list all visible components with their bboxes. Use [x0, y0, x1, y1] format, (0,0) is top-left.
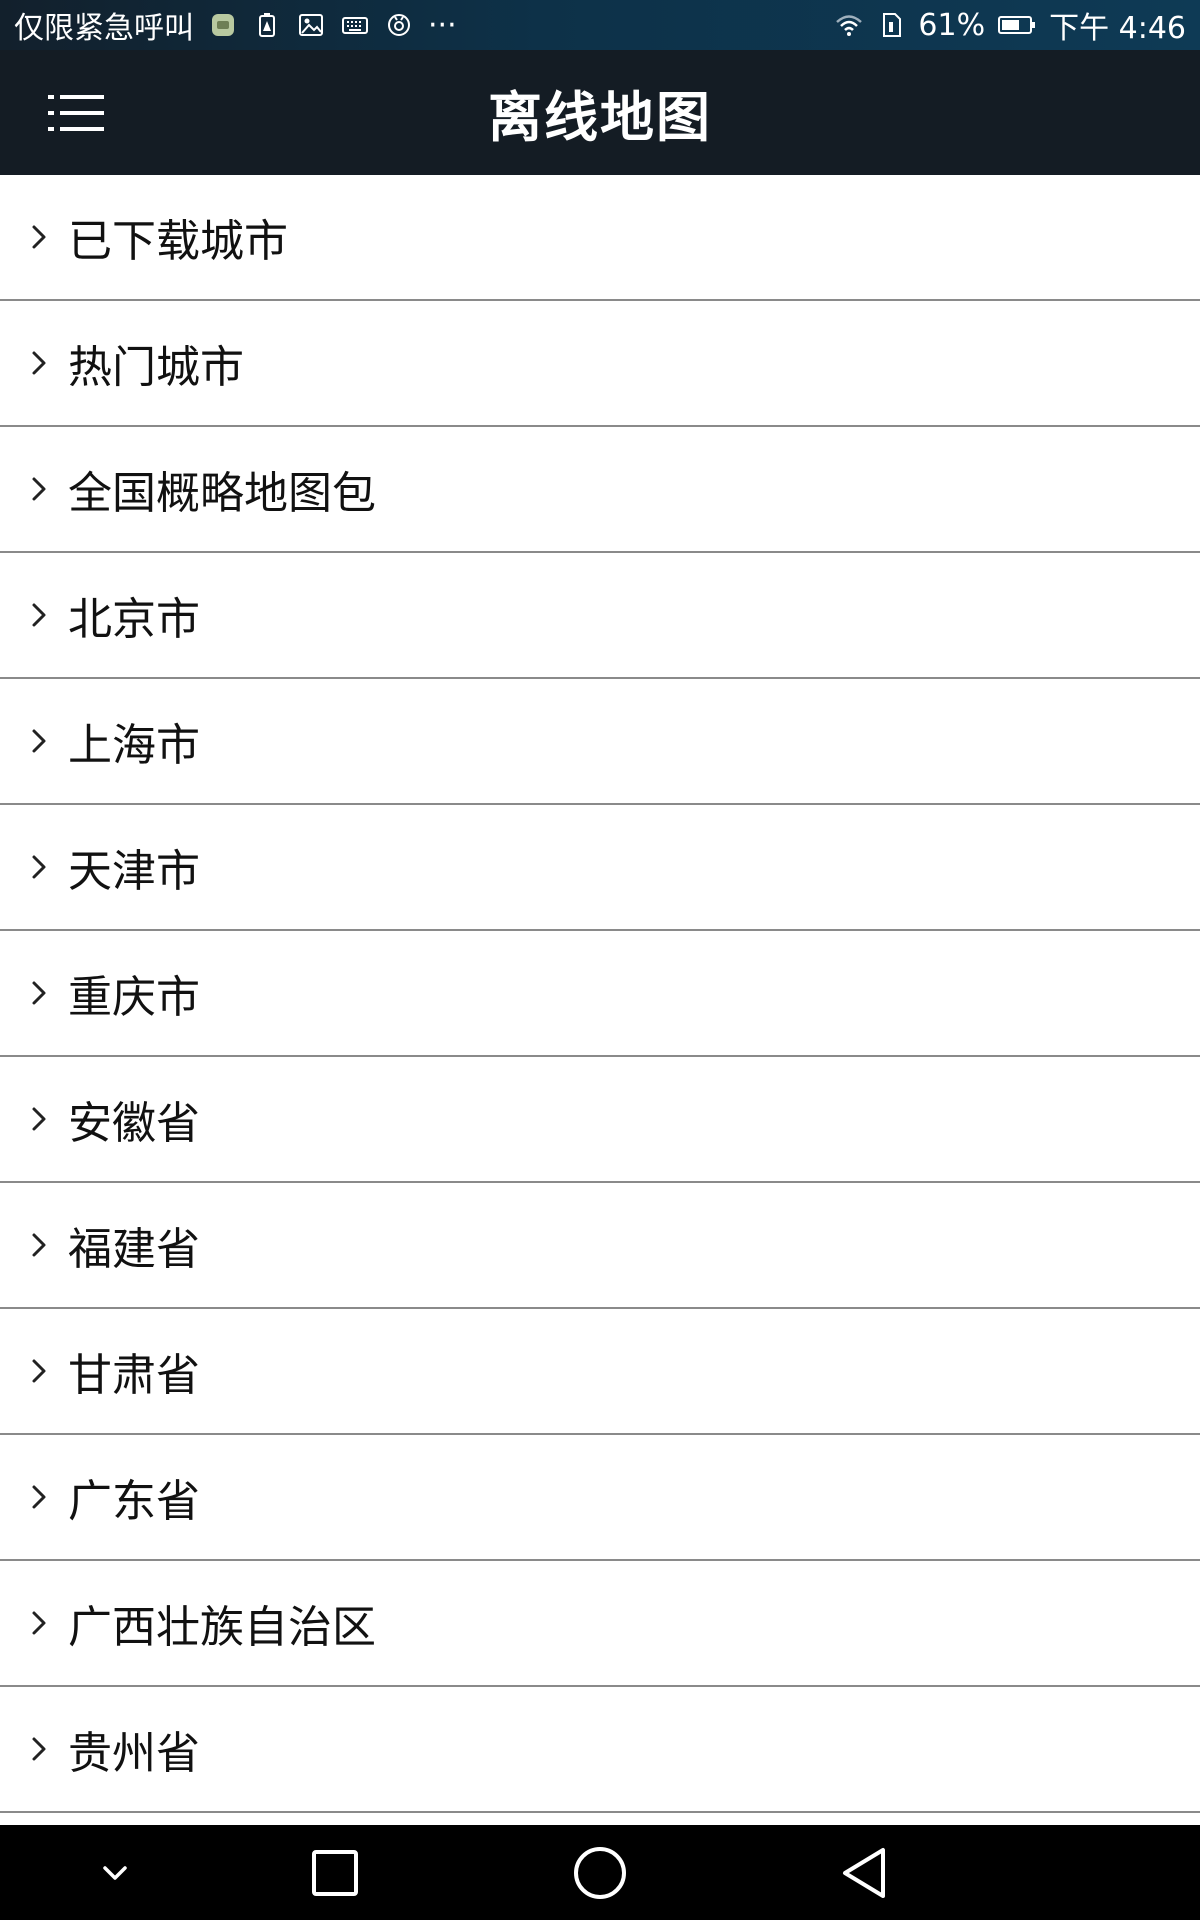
- city-list-item[interactable]: 安徽省: [0, 1057, 1200, 1183]
- wifi-icon: [834, 10, 864, 40]
- city-list-item-label: 热门城市: [68, 342, 244, 393]
- app-status-icon: [384, 10, 414, 40]
- city-list-item-label: 甘肃省: [68, 1350, 200, 1401]
- chevron-right-icon: [32, 1737, 46, 1761]
- chevron-right-icon: [32, 1485, 46, 1509]
- city-list-item[interactable]: 全国概略地图包: [0, 427, 1200, 553]
- image-icon: [296, 10, 326, 40]
- triangle-back-icon: [843, 1847, 885, 1898]
- city-list-item-label: 广西壮族自治区: [68, 1602, 376, 1653]
- city-list-item[interactable]: 上海市: [0, 679, 1200, 805]
- keyboard-icon: [340, 10, 370, 40]
- city-list-item[interactable]: 贵州省: [0, 1687, 1200, 1813]
- city-list-item[interactable]: 甘肃省: [0, 1309, 1200, 1435]
- city-list-item[interactable]: 北京市: [0, 553, 1200, 679]
- clock: 下午 4:46: [1049, 11, 1186, 46]
- city-list-item[interactable]: 广西壮族自治区: [0, 1561, 1200, 1687]
- city-list-item-label: 已下载城市: [68, 216, 288, 267]
- battery-percent: 61%: [918, 7, 986, 43]
- recents-button[interactable]: [290, 1835, 380, 1910]
- city-list-item-label: 广东省: [68, 1476, 200, 1527]
- chevron-right-icon: [32, 603, 46, 627]
- home-button[interactable]: [555, 1835, 645, 1910]
- chevron-down-icon: [103, 1865, 127, 1880]
- chevron-right-icon: [32, 1611, 46, 1635]
- city-list-item[interactable]: 重庆市: [0, 931, 1200, 1057]
- city-list-item-label: 贵州省: [68, 1728, 200, 1779]
- chevron-right-icon: [32, 1359, 46, 1383]
- city-list-item[interactable]: 福建省: [0, 1183, 1200, 1309]
- menu-button[interactable]: [36, 80, 116, 146]
- status-left-group: 仅限紧急呼叫 ···: [14, 3, 457, 47]
- chevron-right-icon: [32, 225, 46, 249]
- chevron-right-icon: [32, 477, 46, 501]
- city-list-item-label: 全国概略地图包: [68, 468, 376, 519]
- notification-app-icon: [208, 10, 238, 40]
- city-list-item-label: 天津市: [68, 846, 200, 897]
- carrier-text: 仅限紧急呼叫: [14, 11, 194, 46]
- battery-alert-icon: [252, 10, 282, 40]
- more-notifications-icon: ···: [428, 7, 457, 43]
- city-list: 已下载城市热门城市全国概略地图包 北京市上海市天津市重庆市安徽省福建省甘肃省广东省…: [0, 175, 1200, 1825]
- hamburger-menu-icon: [48, 95, 104, 131]
- hide-navbar-button[interactable]: [70, 1835, 160, 1910]
- city-list-item-label: 重庆市: [68, 972, 200, 1023]
- city-list-item[interactable]: 热门城市: [0, 301, 1200, 427]
- city-list-item[interactable]: 已下载城市: [0, 175, 1200, 301]
- back-button[interactable]: [820, 1835, 910, 1910]
- page-title: 离线地图: [488, 86, 712, 149]
- chevron-right-icon: [32, 351, 46, 375]
- chevron-right-icon: [32, 1233, 46, 1257]
- chevron-right-icon: [32, 855, 46, 879]
- battery-icon: [997, 10, 1037, 40]
- city-list-item[interactable]: 广东省: [0, 1435, 1200, 1561]
- city-list-item-label: 福建省: [68, 1224, 200, 1275]
- status-right-group: 61% 下午 4:46: [834, 3, 1186, 47]
- chevron-right-icon: [32, 729, 46, 753]
- city-list-item-label: 北京市: [68, 594, 200, 645]
- app-bar: 离线地图: [0, 50, 1200, 175]
- navigation-bar: [0, 1825, 1200, 1920]
- city-list-item-label: 上海市: [68, 720, 200, 771]
- circle-home-icon: [574, 1846, 626, 1899]
- status-bar: 仅限紧急呼叫 ··· 61% 下午 4:46: [0, 0, 1200, 50]
- city-list-item-label: 安徽省: [68, 1098, 200, 1149]
- chevron-right-icon: [32, 981, 46, 1005]
- chevron-right-icon: [32, 1107, 46, 1131]
- sim-card-icon: [876, 10, 906, 40]
- square-recents-icon: [312, 1849, 358, 1896]
- city-list-item[interactable]: 天津市: [0, 805, 1200, 931]
